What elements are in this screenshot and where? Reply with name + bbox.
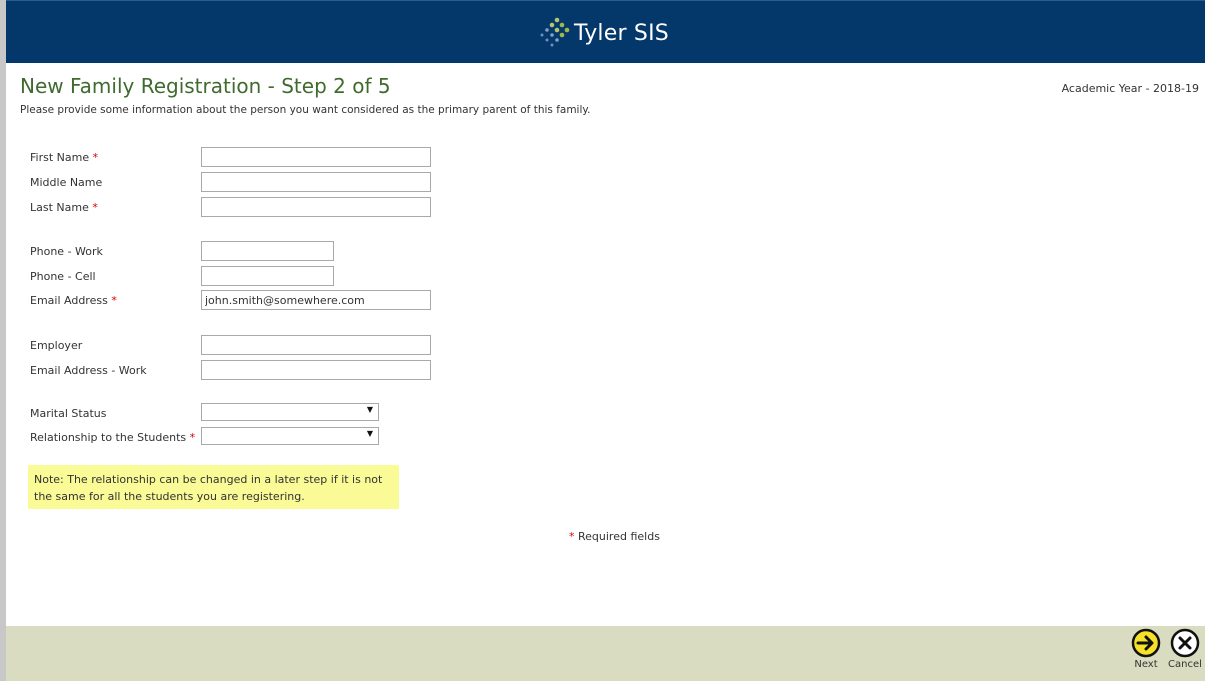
first-name-label-text: First Name — [30, 151, 90, 164]
phone-work-field[interactable] — [201, 241, 334, 261]
phone-work-label: Phone - Work — [30, 245, 103, 258]
email-label-text: Email Address — [30, 294, 108, 307]
middle-name-label: Middle Name — [30, 176, 103, 189]
employer-field[interactable] — [201, 335, 431, 355]
relationship-label-text: Relationship to the Students — [30, 431, 187, 444]
dots-logo-icon — [540, 17, 570, 47]
academic-year: Academic Year - 2018-19 — [1061, 82, 1199, 95]
triangle-down-icon: ▼ — [366, 429, 373, 438]
next-button[interactable]: Next — [1126, 628, 1166, 670]
relationship-label: Relationship to the Students * — [30, 431, 195, 444]
marital-status-label: Marital Status — [30, 407, 107, 420]
last-name-label: Last Name * — [30, 201, 98, 214]
brand-logo: Tyler SIS — [539, 13, 669, 53]
email-work-label: Email Address - Work — [30, 364, 147, 377]
cancel-label: Cancel — [1168, 659, 1202, 670]
relationship-note: Note: The relationship can be changed in… — [28, 465, 399, 509]
required-marker: * — [569, 530, 575, 543]
required-fields-text: Required fields — [578, 530, 660, 543]
relationship-select[interactable]: ▼ — [201, 427, 379, 445]
phone-cell-label: Phone - Cell — [30, 270, 96, 283]
app-header: Tyler SIS — [6, 0, 1205, 63]
email-label: Email Address * — [30, 294, 117, 307]
page-title: New Family Registration - Step 2 of 5 — [20, 74, 391, 98]
required-marker: * — [189, 431, 196, 444]
phone-cell-field[interactable] — [201, 266, 334, 286]
required-marker: * — [111, 294, 117, 307]
triangle-down-icon: ▼ — [366, 405, 373, 414]
x-circle-icon — [1170, 628, 1200, 658]
page-subtitle: Please provide some information about th… — [20, 104, 591, 116]
cancel-button[interactable]: Cancel — [1165, 628, 1205, 670]
email-field[interactable] — [201, 290, 431, 310]
required-fields-note: * Required fields — [569, 530, 660, 543]
page-frame — [0, 0, 1205, 681]
next-label: Next — [1134, 659, 1158, 670]
first-name-label: First Name * — [30, 151, 98, 164]
brand-name: Tyler SIS — [574, 20, 669, 46]
middle-name-field[interactable] — [201, 172, 431, 192]
last-name-label-text: Last Name — [30, 201, 89, 214]
first-name-field[interactable] — [201, 147, 431, 167]
required-marker: * — [92, 201, 98, 214]
action-footer: Next Cancel — [6, 626, 1205, 681]
arrow-right-circle-icon — [1131, 628, 1161, 658]
email-work-field[interactable] — [201, 360, 431, 380]
employer-label: Employer — [30, 339, 83, 352]
marital-status-select[interactable]: ▼ — [201, 403, 379, 421]
required-marker: * — [92, 151, 99, 164]
last-name-field[interactable] — [201, 197, 431, 217]
